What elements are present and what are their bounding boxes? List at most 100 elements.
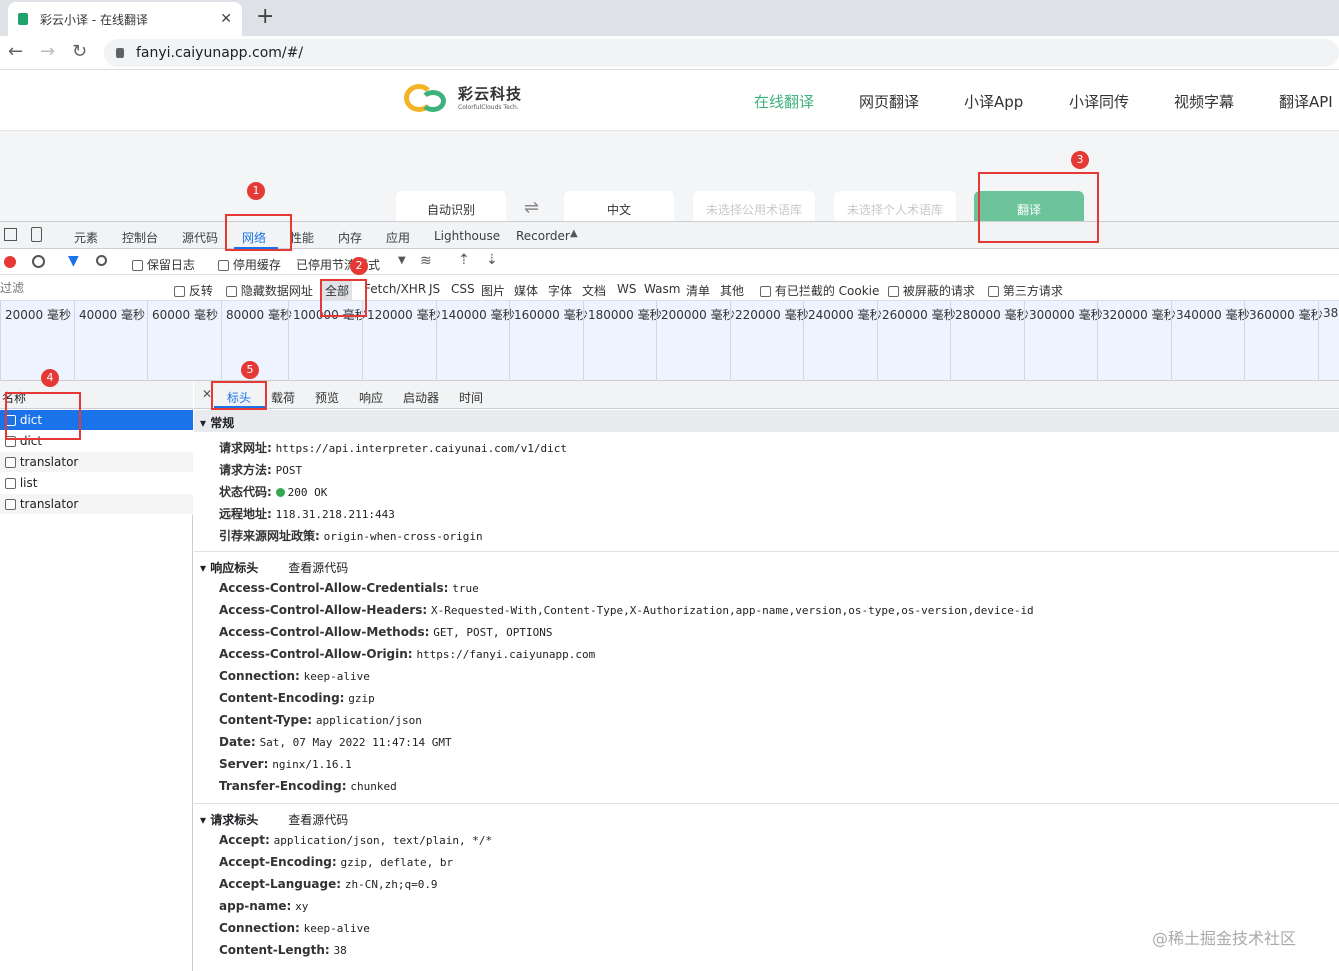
tab-recorder[interactable]: Recorder [516,229,570,243]
cloud-logo-icon [404,82,450,112]
browser-toolbar: ← → ↻ fanyi.caiyunapp.com/#/ [0,36,1339,70]
new-tab-button[interactable]: + [256,4,274,30]
response-header-row: Access-Control-Allow-Credentials: true [219,581,479,603]
invert-checkbox[interactable] [174,286,185,297]
request-list-header[interactable]: 名称 [0,381,193,409]
view-source-link[interactable]: 查看源代码 [288,561,348,575]
type-filter-all[interactable]: 全部 [322,280,353,301]
tab-elements[interactable]: 元素 [74,229,98,246]
row-checkbox [5,436,16,447]
row-value: gzip, deflate, br [340,856,454,869]
type-filter-wasm[interactable]: Wasm [644,282,680,296]
target-lang-select[interactable]: 中文 [564,191,674,221]
nav-simultaneous[interactable]: 小译同传 [1069,91,1129,112]
tab-lighthouse[interactable]: Lighthouse [434,229,500,243]
row-checkbox [5,478,16,489]
nav-api[interactable]: 翻译API [1279,91,1333,112]
network-overview-timeline[interactable]: 20000 毫秒 40000 毫秒 60000 毫秒 80000 毫秒 1000… [0,301,1339,381]
swap-lang-icon[interactable]: ⇌ [524,197,539,218]
type-filter-font[interactable]: 字体 [548,282,572,299]
tab-memory[interactable]: 内存 [338,229,362,246]
record-icon[interactable] [4,256,16,268]
tab-application[interactable]: 应用 [386,229,410,246]
nav-online-translate[interactable]: 在线翻译 [754,91,814,112]
type-filter-css[interactable]: CSS [451,282,475,296]
address-bar[interactable]: fanyi.caiyunapp.com/#/ [104,39,1339,67]
row-value: origin-when-cross-origin [323,530,483,543]
tab-console[interactable]: 控制台 [122,229,158,246]
inspect-element-icon[interactable] [4,228,17,241]
timeline-tick: 20000 毫秒 [0,301,71,381]
response-header-row: Access-Control-Allow-Headers: X-Requeste… [219,603,1034,625]
filter-icon[interactable]: ▼ [68,253,79,269]
public-glossary-select[interactable]: 未选择公用术语库 [693,191,815,221]
request-row-translator[interactable]: translator [0,452,193,473]
export-har-icon[interactable]: ⇣ [486,252,498,268]
row-value: GET, POST, OPTIONS [433,626,553,639]
clear-icon[interactable] [32,255,45,268]
tab-response[interactable]: 响应 [359,389,383,406]
blocked-requests-checkbox[interactable] [888,286,899,297]
request-row-translator[interactable]: translator [0,494,193,515]
forward-icon[interactable]: → [40,42,55,62]
site-logo[interactable]: 彩云科技 ColorfulClouds Tech. [404,82,522,112]
type-filter-manifest[interactable]: 清单 [686,282,710,299]
type-filter-js[interactable]: JS [429,282,440,296]
preserve-log-checkbox[interactable] [132,260,143,271]
throttling-chevron-down-icon[interactable]: ▼ [398,255,406,266]
nav-web-translate[interactable]: 网页翻译 [859,91,919,112]
private-glossary-select[interactable]: 未选择个人术语库 [834,191,956,221]
type-filter-img[interactable]: 图片 [481,282,505,299]
divider [194,551,1339,552]
expand-triangle-icon: ▾ [200,813,207,827]
tab-initiator[interactable]: 启动器 [403,389,439,406]
close-tab-icon[interactable]: ✕ [220,11,232,27]
tab-network[interactable]: 网络 [242,229,266,246]
response-header-row: Date: Sat, 07 May 2022 11:47:14 GMT [219,735,452,757]
nav-video-subtitle[interactable]: 视频字幕 [1174,91,1234,112]
source-lang-select[interactable]: 自动识别 [396,191,506,221]
close-details-icon[interactable]: ✕ [202,387,212,401]
type-filter-ws[interactable]: WS [617,282,636,296]
request-headers-section-header[interactable]: ▾ 请求标头 查看源代码 [194,807,1339,829]
reload-icon[interactable]: ↻ [72,42,87,62]
request-name: translator [19,455,79,469]
timeline-tick: 140000 毫秒 [436,301,515,381]
hide-data-urls-checkbox[interactable] [226,286,237,297]
timeline-tick: 40000 毫秒 [74,301,145,381]
timeline-tick: 160000 毫秒 [509,301,588,381]
device-toolbar-icon[interactable] [31,227,42,242]
type-filter-media[interactable]: 媒体 [514,282,538,299]
tab-payload[interactable]: 载荷 [271,389,295,406]
filter-bar: 反转 隐藏数据网址 全部 Fetch/XHR JS CSS 图片 媒体 字体 文… [0,275,1339,301]
view-source-link[interactable]: 查看源代码 [288,813,348,827]
translate-button[interactable]: 翻译 [974,191,1084,221]
filter-input[interactable] [0,278,160,298]
disable-cache-checkbox[interactable] [218,260,229,271]
request-row-dict[interactable]: dict [0,410,193,431]
request-name: list [19,476,38,490]
type-filter-doc[interactable]: 文档 [582,282,606,299]
response-header-row: Connection: keep-alive [219,669,370,691]
blocked-cookies-checkbox[interactable] [760,286,771,297]
back-icon[interactable]: ← [8,42,23,62]
type-filter-fetch-xhr[interactable]: Fetch/XHR [364,282,426,296]
search-icon[interactable] [96,255,107,266]
request-header-row: Accept: application/json, text/plain, */… [219,833,492,855]
tab-preview[interactable]: 预览 [315,389,339,406]
tab-performance[interactable]: 性能 [290,229,314,246]
tab-sources[interactable]: 源代码 [182,229,218,246]
tab-timing[interactable]: 时间 [459,389,483,406]
request-row-list[interactable]: list [0,473,193,494]
import-har-icon[interactable]: ⇡ [458,252,470,268]
general-section-header[interactable]: ▾ 常规 [194,410,1339,432]
browser-tab[interactable]: 彩云小译 - 在线翻译 ✕ [8,2,242,36]
type-filter-other[interactable]: 其他 [720,282,744,299]
request-row-dict[interactable]: dict [0,431,193,452]
response-headers-section-header[interactable]: ▾ 响应标头 查看源代码 [194,555,1339,577]
network-conditions-icon[interactable]: ≋ [420,253,432,269]
row-value: zh-CN,zh;q=0.9 [344,878,438,891]
nav-app[interactable]: 小译App [964,91,1023,112]
third-party-checkbox[interactable] [988,286,999,297]
tab-headers[interactable]: 标头 [227,389,251,406]
